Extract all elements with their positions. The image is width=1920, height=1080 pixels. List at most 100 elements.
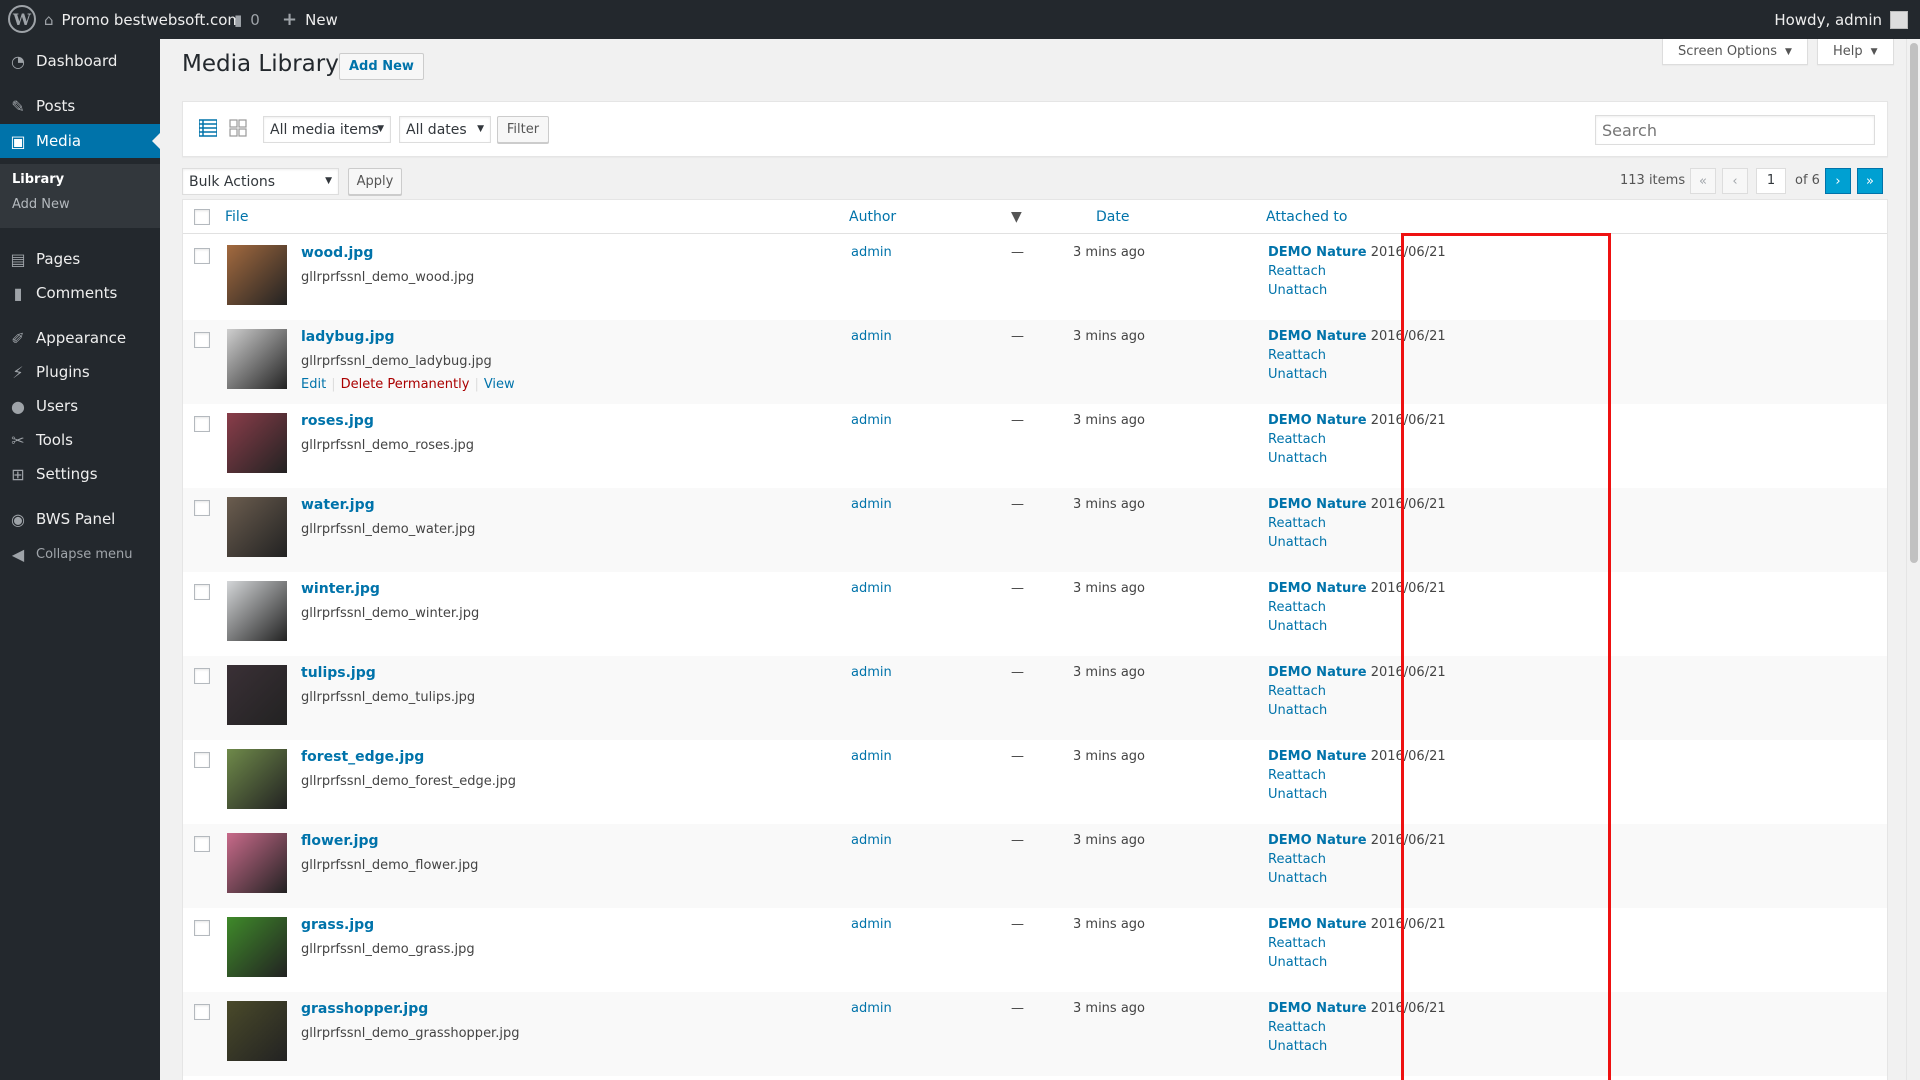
first-page-button[interactable]: «: [1690, 168, 1716, 194]
sidebar-item-dashboard[interactable]: ◔ Dashboard: [0, 44, 160, 78]
comments-column-icon[interactable]: ▼: [1011, 209, 1022, 225]
column-date[interactable]: Date: [1096, 209, 1129, 225]
select-all-checkbox[interactable]: [194, 209, 210, 225]
media-thumbnail[interactable]: [227, 413, 287, 473]
reattach-link[interactable]: Reattach: [1268, 432, 1326, 447]
unattach-link[interactable]: Unattach: [1268, 451, 1327, 466]
list-view-icon[interactable]: [199, 119, 217, 137]
sidebar-item-media[interactable]: ▣ Media: [0, 124, 160, 158]
author-link[interactable]: admin: [851, 581, 892, 596]
last-page-button[interactable]: »: [1857, 168, 1883, 194]
author-link[interactable]: admin: [851, 1001, 892, 1016]
media-type-select[interactable]: All media items ▼: [263, 116, 391, 143]
reattach-link[interactable]: Reattach: [1268, 516, 1326, 531]
unattach-link[interactable]: Unattach: [1268, 871, 1327, 886]
author-link[interactable]: admin: [851, 329, 892, 344]
site-name-link[interactable]: ⌂ Promo bestwebsoft.com: [44, 0, 242, 39]
add-new-button[interactable]: Add New: [339, 53, 424, 80]
wordpress-logo-icon[interactable]: W: [8, 5, 36, 33]
row-checkbox[interactable]: [194, 668, 210, 684]
unattach-link[interactable]: Unattach: [1268, 1039, 1327, 1054]
unattach-link[interactable]: Unattach: [1268, 703, 1327, 718]
parent-post-link[interactable]: DEMO Nature: [1268, 413, 1367, 428]
delete-permanently-link[interactable]: Delete Permanently: [341, 377, 470, 392]
row-checkbox[interactable]: [194, 1004, 210, 1020]
parent-post-link[interactable]: DEMO Nature: [1268, 917, 1367, 932]
file-name-link[interactable]: tulips.jpg: [301, 665, 376, 681]
file-name-link[interactable]: ladybug.jpg: [301, 329, 395, 345]
apply-button[interactable]: Apply: [348, 168, 402, 195]
media-thumbnail[interactable]: [227, 581, 287, 641]
row-checkbox[interactable]: [194, 836, 210, 852]
sidebar-item-bws-panel[interactable]: ◉ BWS Panel: [0, 502, 160, 536]
reattach-link[interactable]: Reattach: [1268, 936, 1326, 951]
parent-post-link[interactable]: DEMO Nature: [1268, 749, 1367, 764]
media-thumbnail[interactable]: [227, 245, 287, 305]
file-name-link[interactable]: grasshopper.jpg: [301, 1001, 428, 1017]
column-file[interactable]: File: [225, 209, 248, 225]
unattach-link[interactable]: Unattach: [1268, 619, 1327, 634]
edit-link[interactable]: Edit: [301, 377, 326, 392]
sidebar-item-settings[interactable]: ⊞ Settings: [0, 457, 160, 491]
media-thumbnail[interactable]: [227, 749, 287, 809]
filter-button[interactable]: Filter: [497, 116, 549, 143]
unattach-link[interactable]: Unattach: [1268, 955, 1327, 970]
page-scrollbar[interactable]: [1906, 39, 1920, 1080]
row-checkbox[interactable]: [194, 248, 210, 264]
column-attached-to[interactable]: Attached to: [1266, 209, 1347, 225]
reattach-link[interactable]: Reattach: [1268, 348, 1326, 363]
file-name-link[interactable]: winter.jpg: [301, 581, 380, 597]
media-thumbnail[interactable]: [227, 1001, 287, 1061]
bulk-actions-select[interactable]: Bulk Actions ▼: [182, 168, 339, 195]
media-thumbnail[interactable]: [227, 497, 287, 557]
sidebar-item-plugins[interactable]: ⚡ Plugins: [0, 355, 160, 389]
file-name-link[interactable]: water.jpg: [301, 497, 375, 513]
screen-options-button[interactable]: Screen Options ▼: [1662, 39, 1808, 65]
author-link[interactable]: admin: [851, 917, 892, 932]
scrollbar-thumb[interactable]: [1910, 43, 1918, 563]
media-thumbnail[interactable]: [227, 917, 287, 977]
media-thumbnail[interactable]: [227, 665, 287, 725]
sidebar-item-users[interactable]: ● Users: [0, 389, 160, 423]
author-link[interactable]: admin: [851, 749, 892, 764]
reattach-link[interactable]: Reattach: [1268, 852, 1326, 867]
sidebar-item-appearance[interactable]: ✐ Appearance: [0, 321, 160, 355]
file-name-link[interactable]: roses.jpg: [301, 413, 374, 429]
parent-post-link[interactable]: DEMO Nature: [1268, 497, 1367, 512]
reattach-link[interactable]: Reattach: [1268, 768, 1326, 783]
parent-post-link[interactable]: DEMO Nature: [1268, 581, 1367, 596]
author-link[interactable]: admin: [851, 413, 892, 428]
reattach-link[interactable]: Reattach: [1268, 1020, 1326, 1035]
sidebar-item-posts[interactable]: ✎ Posts: [0, 89, 160, 123]
row-checkbox[interactable]: [194, 584, 210, 600]
author-link[interactable]: admin: [851, 245, 892, 260]
file-name-link[interactable]: grass.jpg: [301, 917, 374, 933]
unattach-link[interactable]: Unattach: [1268, 787, 1327, 802]
reattach-link[interactable]: Reattach: [1268, 600, 1326, 615]
media-thumbnail[interactable]: [227, 833, 287, 893]
file-name-link[interactable]: flower.jpg: [301, 833, 379, 849]
reattach-link[interactable]: Reattach: [1268, 684, 1326, 699]
prev-page-button[interactable]: ‹: [1722, 168, 1748, 194]
current-page-input[interactable]: 1: [1756, 168, 1786, 194]
media-thumbnail[interactable]: [227, 329, 287, 389]
parent-post-link[interactable]: DEMO Nature: [1268, 833, 1367, 848]
sidebar-item-pages[interactable]: ▤ Pages: [0, 242, 160, 276]
view-link[interactable]: View: [484, 377, 515, 392]
author-link[interactable]: admin: [851, 665, 892, 680]
row-checkbox[interactable]: [194, 920, 210, 936]
author-link[interactable]: admin: [851, 497, 892, 512]
author-link[interactable]: admin: [851, 833, 892, 848]
row-checkbox[interactable]: [194, 332, 210, 348]
unattach-link[interactable]: Unattach: [1268, 283, 1327, 298]
reattach-link[interactable]: Reattach: [1268, 264, 1326, 279]
file-name-link[interactable]: wood.jpg: [301, 245, 373, 261]
unattach-link[interactable]: Unattach: [1268, 367, 1327, 382]
new-content-link[interactable]: + New: [282, 0, 338, 39]
dates-select[interactable]: All dates ▼: [399, 116, 491, 143]
grid-view-icon[interactable]: [229, 119, 247, 137]
row-checkbox[interactable]: [194, 416, 210, 432]
file-name-link[interactable]: forest_edge.jpg: [301, 749, 424, 765]
my-account-link[interactable]: Howdy, admin: [1774, 0, 1908, 39]
sidebar-item-comments[interactable]: ▮ Comments: [0, 276, 160, 310]
